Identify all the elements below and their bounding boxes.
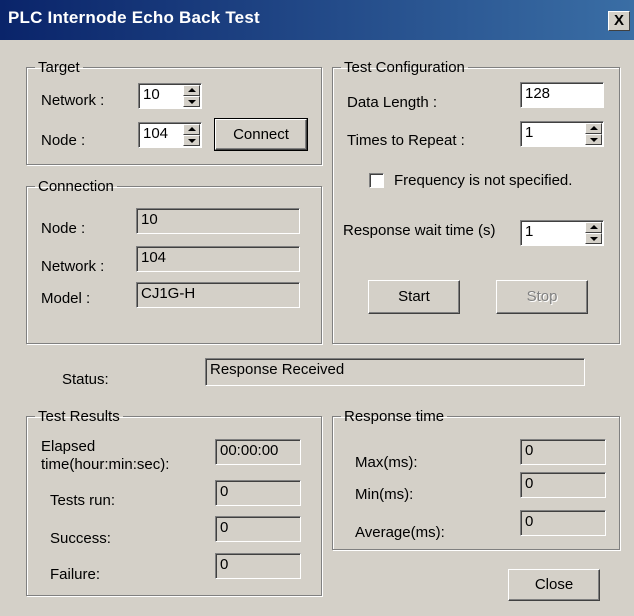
stop-button[interactable]: Stop — [496, 280, 588, 314]
elapsed-label-line2: time(hour:min:sec): — [41, 456, 170, 473]
target-node-value: 104 — [143, 125, 169, 142]
spin-up-icon[interactable] — [183, 85, 200, 96]
frequency-label[interactable]: Frequency is not specified. — [394, 172, 572, 189]
max-field: 0 — [520, 439, 606, 465]
spin-down-icon[interactable] — [585, 134, 602, 145]
connection-model-field: CJ1G-H — [136, 282, 300, 308]
data-length-input[interactable]: 128 — [520, 82, 604, 108]
min-field: 0 — [520, 472, 606, 498]
times-to-repeat-value: 1 — [525, 124, 534, 141]
elapsed-time-field: 00:00:00 — [215, 439, 301, 465]
response-time-legend: Response time — [344, 408, 445, 425]
dialog-body: Target Network : 10 Node : 104 Connect C… — [4, 40, 630, 614]
success-label: Success: — [50, 530, 111, 547]
connection-node-label: Node : — [41, 220, 86, 237]
target-node-label: Node : — [41, 132, 86, 149]
connection-network-field: 104 — [136, 246, 300, 272]
times-to-repeat-label: Times to Repeat : — [347, 132, 465, 149]
failure-label: Failure: — [50, 566, 101, 583]
target-network-label: Network : — [41, 92, 105, 109]
max-label: Max(ms): — [355, 454, 418, 471]
average-field: 0 — [520, 510, 606, 536]
close-window-icon[interactable]: X — [608, 11, 630, 31]
spin-up-icon[interactable] — [183, 124, 200, 135]
window-title: PLC Internode Echo Back Test — [8, 8, 260, 27]
spin-up-icon[interactable] — [585, 123, 602, 134]
connection-network-label: Network : — [41, 258, 105, 275]
test-results-legend: Test Results — [38, 408, 120, 425]
failure-field: 0 — [215, 553, 301, 579]
connect-button[interactable]: Connect — [214, 118, 308, 151]
target-node-spin-buttons[interactable] — [183, 124, 200, 146]
response-wait-label: Response wait time (s) — [343, 222, 496, 239]
connection-model-label: Model : — [41, 290, 91, 307]
tests-run-field: 0 — [215, 480, 301, 506]
title-bar[interactable]: PLC Internode Echo Back Test X — [0, 0, 634, 40]
status-label: Status: — [62, 371, 109, 388]
tests-run-label: Tests run: — [50, 492, 116, 509]
spin-up-icon[interactable] — [585, 222, 602, 233]
close-button[interactable]: Close — [508, 569, 600, 601]
start-button[interactable]: Start — [368, 280, 460, 314]
echo-back-test-dialog: PLC Internode Echo Back Test X Target Ne… — [0, 0, 634, 616]
times-to-repeat-spinner[interactable]: 1 — [520, 121, 604, 147]
elapsed-label-line1: Elapsed — [41, 438, 96, 455]
target-network-spin-buttons[interactable] — [183, 85, 200, 107]
target-legend: Target — [38, 59, 80, 76]
data-length-label: Data Length : — [347, 94, 438, 111]
success-field: 0 — [215, 516, 301, 542]
frequency-checkbox[interactable] — [369, 173, 384, 188]
min-label: Min(ms): — [355, 486, 414, 503]
average-label: Average(ms): — [355, 524, 445, 541]
spin-down-icon[interactable] — [183, 96, 200, 107]
test-configuration-legend: Test Configuration — [344, 59, 465, 76]
target-node-spinner[interactable]: 104 — [138, 122, 202, 148]
target-network-spinner[interactable]: 10 — [138, 83, 202, 109]
connection-node-field: 10 — [136, 208, 300, 234]
target-network-value: 10 — [143, 86, 160, 103]
times-to-repeat-spin-buttons[interactable] — [585, 123, 602, 145]
status-field: Response Received — [205, 358, 585, 386]
response-wait-spin-buttons[interactable] — [585, 222, 602, 244]
response-wait-spinner[interactable]: 1 — [520, 220, 604, 246]
spin-down-icon[interactable] — [183, 135, 200, 146]
spin-down-icon[interactable] — [585, 233, 602, 244]
connection-legend: Connection — [38, 178, 114, 195]
response-wait-value: 1 — [525, 223, 534, 240]
